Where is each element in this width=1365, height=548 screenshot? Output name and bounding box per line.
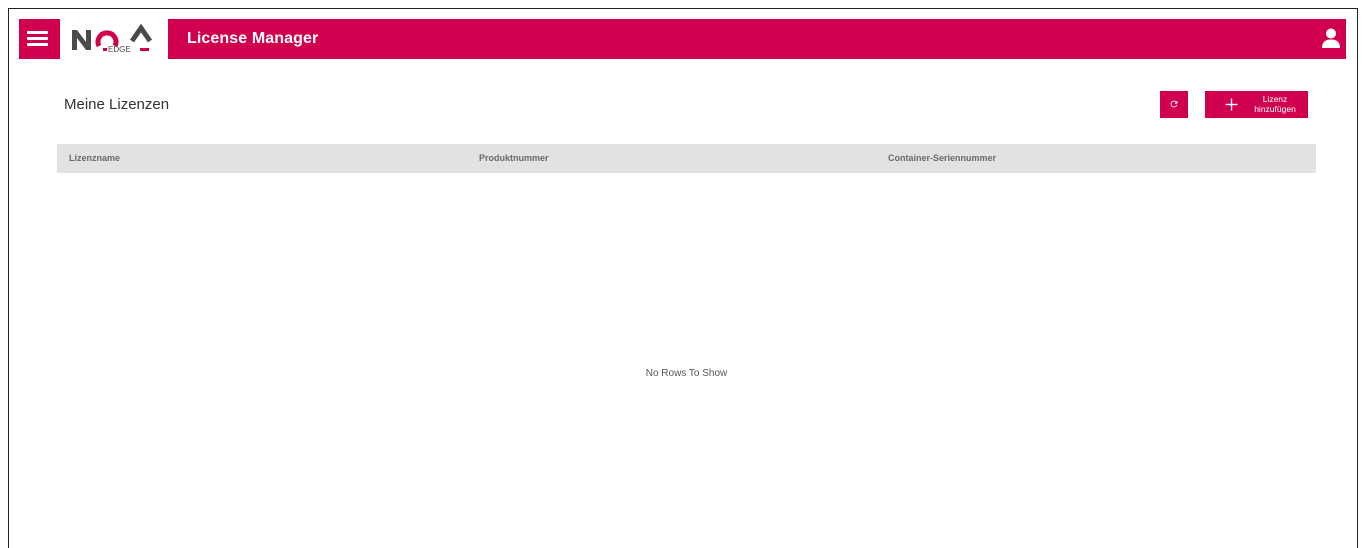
add-license-label-line2: hinzufügen [1254,103,1296,114]
user-account-icon[interactable] [1321,28,1341,49]
column-header-container-seriennummer[interactable]: Container-Seriennummer [876,144,1316,173]
app-title: License Manager [187,30,319,47]
logo-graphic: EDGE [72,23,153,54]
nqa-edge-logo[interactable]: EDGE [60,19,168,59]
plus-icon [1225,98,1238,111]
refresh-icon [1170,100,1178,108]
column-header-lizenzname[interactable]: Lizenzname [57,144,467,173]
app-header: EDGE License Manager [19,19,1346,59]
logo-subtitle: EDGE [108,45,131,54]
refresh-button[interactable] [1160,91,1188,118]
page-title: Meine Lizenzen [64,96,170,113]
add-license-label: Lizenz hinzufügen [1251,94,1299,114]
license-table-body: No Rows To Show [57,173,1316,548]
empty-table-message: No Rows To Show [645,368,728,379]
hamburger-menu-icon[interactable] [27,29,49,49]
add-license-button[interactable]: Lizenz hinzufügen [1205,91,1308,118]
column-header-produktnummer[interactable]: Produktnummer [467,144,876,173]
license-table-header: Lizenzname Produktnummer Container-Serie… [57,144,1316,173]
